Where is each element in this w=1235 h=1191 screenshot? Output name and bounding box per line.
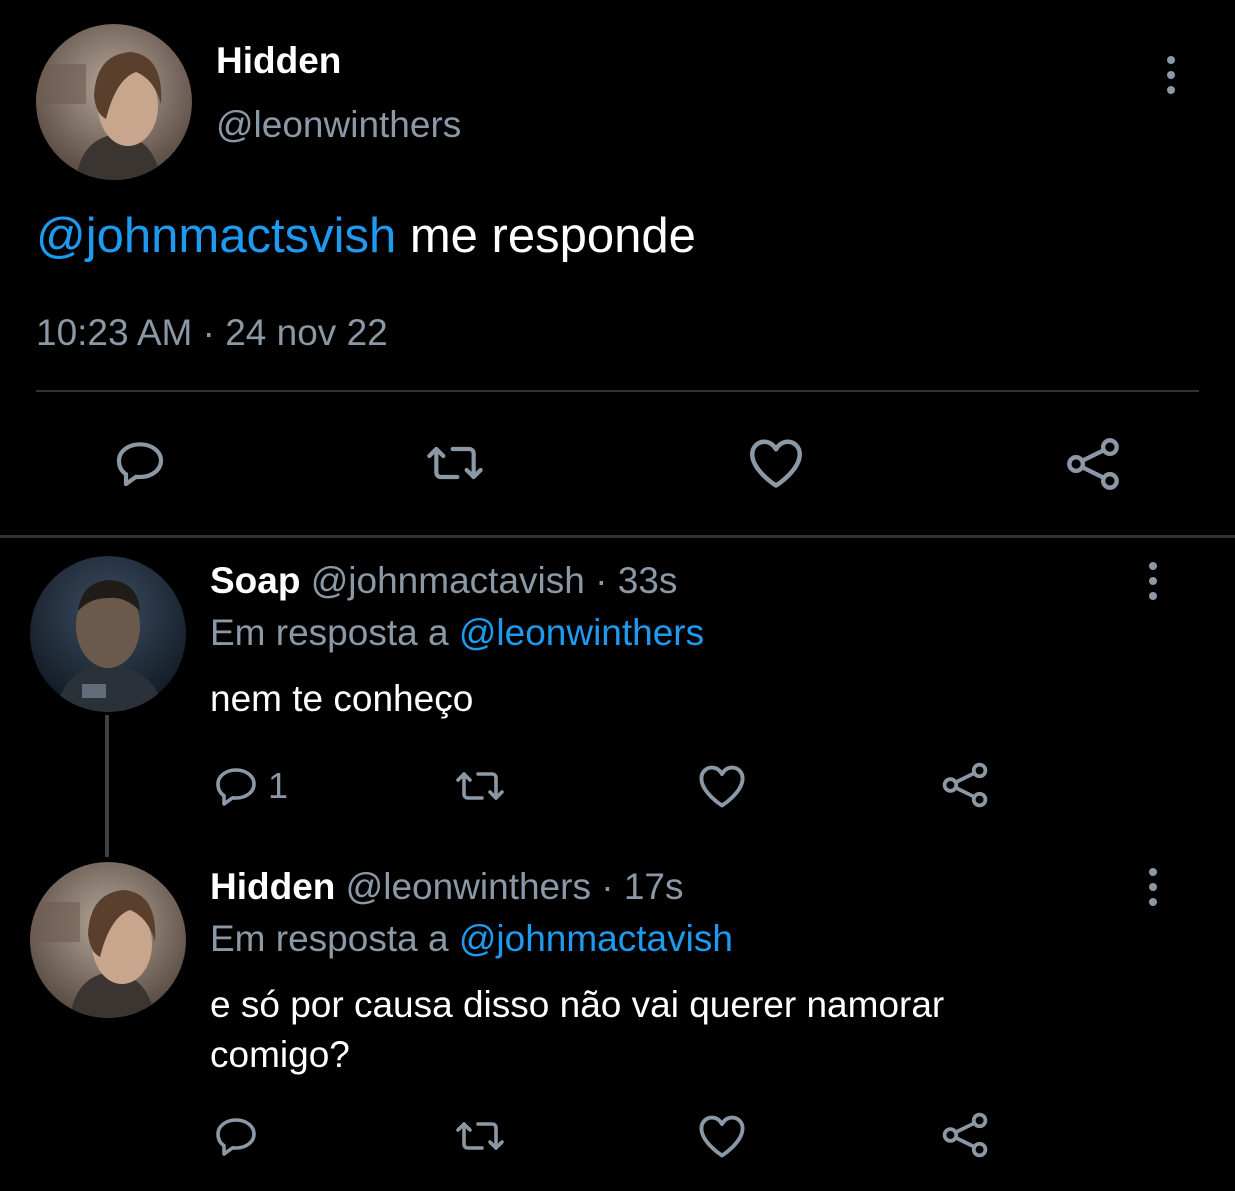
tweet-text-line-2: comigo? [210, 1034, 350, 1075]
heart-icon [699, 1115, 745, 1158]
section-divider [0, 535, 1235, 538]
tweet-time[interactable]: · 33s [595, 560, 677, 601]
retweet-button[interactable] [452, 762, 508, 810]
heart-icon [699, 765, 745, 808]
reply-icon [216, 1118, 256, 1156]
tweet-text: nem te conheço [210, 678, 474, 719]
reply-icon [116, 442, 164, 487]
share-button[interactable] [940, 1110, 990, 1160]
tweet-text-line-1: e só por causa disso não vai querer namo… [210, 984, 945, 1025]
share-button[interactable] [1064, 435, 1122, 493]
retweet-icon [456, 772, 504, 800]
reply-icon [216, 768, 256, 806]
more-vertical-icon [1149, 868, 1157, 876]
reply-button[interactable] [112, 435, 168, 491]
tweet-text: @johnmactsvish me responde [36, 208, 696, 264]
replying-to-link[interactable]: @leonwinthers [459, 612, 704, 653]
author-name[interactable]: Hidden [210, 866, 335, 907]
reply-count: 1 [268, 765, 289, 806]
reply-button[interactable]: 1 [212, 762, 288, 810]
mention-link[interactable]: @johnmactsvish [36, 209, 396, 263]
author-handle[interactable]: @leonwinthers [216, 104, 461, 146]
avatar[interactable] [30, 862, 186, 1018]
reply-header: Hidden @leonwinthers · 17s [210, 866, 684, 908]
more-options-button[interactable] [1138, 556, 1168, 606]
more-vertical-icon [1149, 562, 1157, 570]
retweet-icon [427, 446, 483, 480]
thread-line [105, 715, 109, 857]
reply-button[interactable] [212, 1112, 260, 1160]
tweet-timestamp[interactable]: 10:23 AM · 24 nov 22 [36, 312, 388, 354]
avatar[interactable] [30, 556, 186, 712]
retweet-button[interactable] [452, 1112, 508, 1160]
share-button[interactable] [940, 760, 990, 810]
more-options-button[interactable] [1156, 50, 1186, 100]
share-icon [942, 762, 988, 808]
replying-to: Em resposta a @leonwinthers [210, 612, 704, 654]
more-options-button[interactable] [1138, 862, 1168, 912]
tweet-time[interactable]: · 17s [601, 866, 683, 907]
share-icon [1067, 438, 1119, 490]
author-handle[interactable]: @leonwinthers [346, 866, 591, 907]
replying-to: Em resposta a @johnmactavish [210, 918, 733, 960]
replying-to-link[interactable]: @johnmactavish [459, 918, 733, 959]
like-button[interactable] [696, 1112, 748, 1160]
like-button[interactable] [696, 762, 748, 810]
more-vertical-icon [1167, 56, 1175, 64]
retweet-icon [456, 1122, 504, 1150]
replying-to-label: Em resposta a [210, 612, 449, 653]
avatar[interactable] [36, 24, 192, 180]
reply-header: Soap @johnmactavish · 33s [210, 560, 677, 602]
author-name[interactable]: Hidden [216, 40, 341, 82]
retweet-button[interactable] [424, 435, 486, 491]
divider [36, 390, 1199, 392]
author-handle[interactable]: @johnmactavish [311, 560, 585, 601]
tweet-body: me responde [396, 209, 696, 263]
heart-icon [750, 439, 802, 488]
share-icon [942, 1112, 988, 1158]
like-button[interactable] [746, 435, 806, 491]
replying-to-label: Em resposta a [210, 918, 449, 959]
author-name[interactable]: Soap [210, 560, 300, 601]
